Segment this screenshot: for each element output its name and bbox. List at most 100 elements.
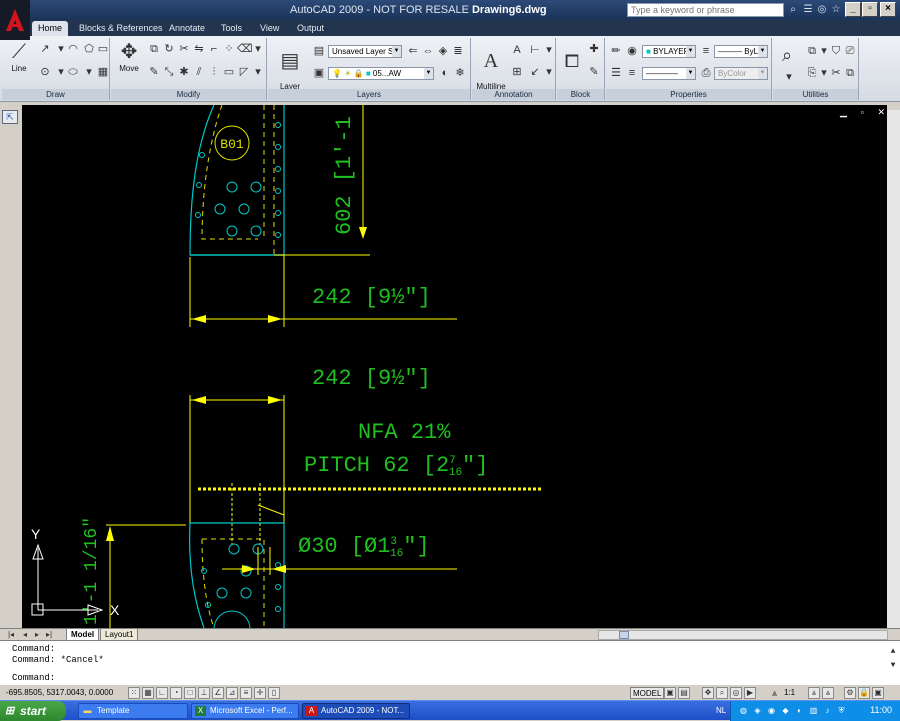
ortho-icon[interactable]: ∟: [156, 687, 168, 699]
otrack-icon[interactable]: ⊥: [198, 687, 210, 699]
cad-drawing[interactable]: B01 602 [1'-1 242 [9½"] 242 [9½"] NFA 21…: [22, 105, 887, 628]
offset-icon[interactable]: ⫶: [207, 65, 221, 79]
purge-icon[interactable]: ⛉: [829, 44, 843, 58]
quick-view-layouts-icon[interactable]: ▣: [664, 687, 676, 699]
chamfer-icon[interactable]: ◸: [237, 65, 251, 79]
tab-view[interactable]: View: [254, 21, 285, 36]
drawing-close-button[interactable]: ✕: [877, 107, 885, 119]
lock-icon[interactable]: 🔒: [858, 687, 870, 699]
arc-icon[interactable]: ◠: [66, 42, 80, 56]
color-dropdown[interactable]: ■ BYLAYER ▼: [642, 45, 696, 58]
annotation-scale-icon[interactable]: ⩓: [772, 686, 777, 700]
dropdown-icon[interactable]: ▾: [251, 65, 265, 79]
current-layer-dropdown[interactable]: 💡 ☀ 🔒 ■ 05...AW ▼: [328, 67, 434, 80]
clean-screen-icon[interactable]: ▣: [872, 687, 884, 699]
dropdown-icon[interactable]: ▾: [542, 65, 556, 79]
match-properties-icon[interactable]: ✏: [609, 44, 623, 58]
qp-icon[interactable]: ✛: [254, 687, 266, 699]
clock[interactable]: 11:00: [870, 705, 892, 715]
hatch-icon[interactable]: ▦: [96, 65, 110, 79]
rotate-icon[interactable]: ↻: [162, 42, 176, 56]
auto-scale-icon[interactable]: ⩓: [822, 687, 834, 699]
annotation-scale-value[interactable]: 1:1: [784, 688, 795, 697]
modify-panel-label[interactable]: Modify: [111, 89, 266, 100]
quick-view-drawings-icon[interactable]: ▤: [678, 687, 690, 699]
copy-icon[interactable]: ⧉: [147, 42, 161, 56]
tray-icon[interactable]: ◉: [767, 706, 776, 715]
comm-center-icon[interactable]: ◎: [815, 3, 829, 17]
network-icon[interactable]: ▥: [809, 706, 818, 715]
search-input[interactable]: [627, 3, 784, 17]
layer-match-icon[interactable]: ⇔: [421, 44, 435, 58]
workspace-icon[interactable]: ⚙: [844, 687, 856, 699]
model-space-button[interactable]: MODEL: [630, 687, 665, 699]
line-button[interactable]: ⟋ Line: [5, 40, 33, 73]
close-button[interactable]: ×: [880, 2, 896, 17]
polygon-icon[interactable]: ⬠: [82, 42, 96, 56]
stretch-icon[interactable]: ✎: [147, 65, 161, 79]
erase-icon[interactable]: ⌫: [237, 42, 253, 56]
sc-icon[interactable]: ▯: [268, 687, 280, 699]
binoculars-icon[interactable]: ⌕: [786, 3, 800, 17]
mirror-icon[interactable]: ⇋: [192, 42, 206, 56]
annotation-visibility-icon[interactable]: ⩓: [808, 687, 820, 699]
dropdown-icon[interactable]: ▾: [251, 42, 265, 56]
zoom-icon[interactable]: ⌕: [776, 44, 798, 66]
draw-panel-label[interactable]: Draw: [2, 89, 109, 100]
zoom-realtime-icon[interactable]: ⌕: [716, 687, 728, 699]
scroll-up-icon[interactable]: ▲: [886, 645, 900, 659]
vertical-scrollbar[interactable]: [887, 110, 900, 628]
task-template[interactable]: ▬ Template: [78, 703, 188, 719]
properties-panel-label[interactable]: Properties: [606, 89, 771, 100]
create-block-icon[interactable]: ✚: [587, 42, 601, 56]
command-prompt[interactable]: Command:: [12, 673, 55, 684]
tab-home[interactable]: Home: [32, 21, 69, 36]
coordinate-readout[interactable]: -695.8505, 5317.0043, 0.0000: [6, 688, 113, 697]
explode-icon[interactable]: ✱: [177, 65, 191, 79]
move-button[interactable]: ✥ Move: [114, 40, 144, 73]
scroll-down-icon[interactable]: ▼: [886, 659, 900, 673]
utilities-panel-label[interactable]: Utilities: [773, 89, 858, 100]
tab-tools[interactable]: Tools: [215, 21, 248, 36]
circle-icon[interactable]: ⊙: [38, 65, 52, 79]
subscription-icon[interactable]: ☰: [801, 3, 815, 17]
table-icon[interactable]: ⊞: [510, 65, 524, 79]
favorites-icon[interactable]: ☆: [829, 3, 843, 17]
horizontal-scroll-thumb[interactable]: [619, 631, 629, 639]
leader-icon[interactable]: ↙: [528, 65, 542, 79]
color-wheel-icon[interactable]: ◉: [625, 44, 639, 58]
drawing-restore-button[interactable]: ▫: [861, 107, 864, 119]
layer-state-dropdown[interactable]: Unsaved Layer S ▼: [328, 45, 402, 58]
plotstyle-dropdown[interactable]: ByColor ▼: [714, 67, 768, 80]
language-indicator[interactable]: NL: [716, 706, 726, 715]
drawing-minimize-button[interactable]: ▁: [840, 107, 847, 119]
join-icon[interactable]: ▭: [222, 65, 236, 79]
break-icon[interactable]: ⫽: [192, 65, 206, 79]
list-icon[interactable]: ☰: [609, 66, 623, 80]
cut-icon[interactable]: ✂: [829, 66, 843, 80]
volume-icon[interactable]: ♪: [823, 706, 832, 715]
dropdown-icon[interactable]: ▾: [82, 65, 96, 79]
task-autocad[interactable]: A AutoCAD 2009 - NOT...: [302, 703, 410, 719]
layer-walk-icon[interactable]: ≣: [451, 44, 465, 58]
single-text-icon[interactable]: A: [510, 43, 524, 57]
dropdown-icon[interactable]: ▾: [782, 70, 796, 84]
showmotion-icon[interactable]: ▶: [744, 687, 756, 699]
lineweight-toggle-icon[interactable]: ≡: [240, 687, 252, 699]
steering-wheel-icon[interactable]: ◎: [730, 687, 742, 699]
ducs-icon[interactable]: ∠: [212, 687, 224, 699]
units-icon[interactable]: ⎚: [843, 44, 857, 58]
command-window[interactable]: Command: Command: *Cancel* Command: ▲ ▼: [0, 640, 900, 684]
edit-block-icon[interactable]: ✎: [587, 65, 601, 79]
polar-icon[interactable]: ◔: [170, 687, 182, 699]
layer-isolate-icon[interactable]: ◈: [436, 44, 450, 58]
layer-prev-icon[interactable]: ⇐: [406, 44, 420, 58]
osnap-icon[interactable]: □: [184, 687, 196, 699]
tab-annotate[interactable]: Annotate: [163, 21, 211, 36]
dyn-icon[interactable]: ⊿: [226, 687, 238, 699]
horizontal-scrollbar[interactable]: [598, 630, 888, 640]
array-icon[interactable]: ⁘: [222, 42, 236, 56]
polyline-icon[interactable]: ↗: [38, 42, 52, 56]
tray-icon[interactable]: ◆: [781, 706, 790, 715]
security-icon[interactable]: ⛨: [837, 706, 846, 715]
